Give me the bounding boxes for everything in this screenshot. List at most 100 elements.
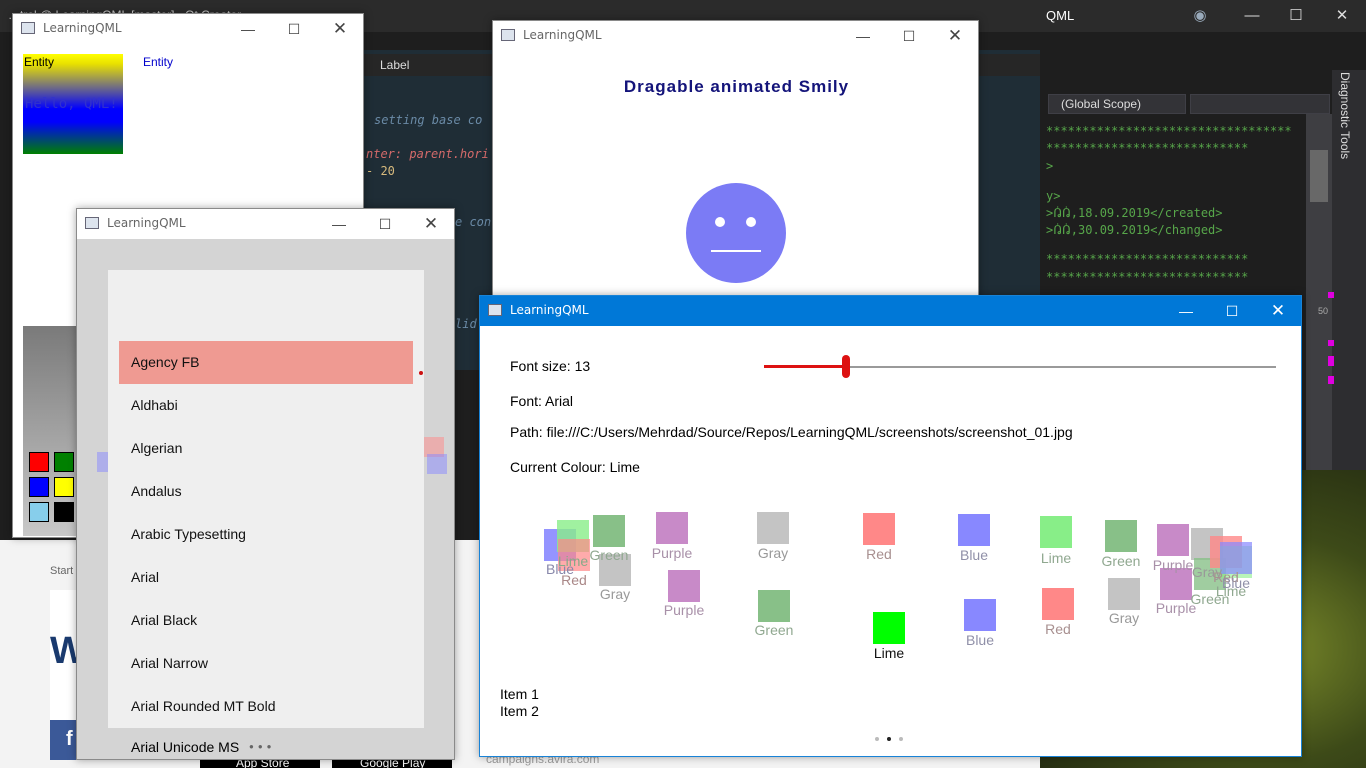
list-item[interactable]: Item 2 [500,703,539,720]
marker [1328,340,1334,346]
color-label: Red [1045,621,1071,637]
font-list-item[interactable]: Arial Rounded MT Bold [119,685,413,728]
item-list: Item 1 Item 2 [500,686,539,720]
code-line: e con [455,215,492,229]
close-icon[interactable]: ✕ [1255,296,1301,326]
page-dot[interactable] [875,737,879,741]
code-line: ********************************** [1046,124,1292,138]
window-main[interactable]: LearningQML — ☐ ✕ Font size: 13 Font: Ar… [479,295,1302,757]
color-label: Blue [965,632,995,648]
close-icon[interactable]: ✕ [1320,4,1364,28]
color-square-lime[interactable] [1040,516,1072,548]
color-label: Gray [757,545,789,561]
color-square-red[interactable] [863,513,895,545]
code-line: >ᕣᕣ,30.09.2019</changed> [1046,223,1223,237]
font-list-item[interactable]: Andalus [119,470,413,513]
account-icon[interactable]: ◉ [1178,4,1222,28]
color-swatch-red[interactable] [29,452,49,472]
font-list-panel[interactable]: Agency FB Aldhabi Algerian Andalus Arabi… [108,270,424,728]
maximize-icon[interactable]: ☐ [271,14,317,44]
color-square-blue[interactable] [958,514,990,546]
code-line: y> [1046,189,1061,203]
smiley-face[interactable] [686,183,786,283]
color-swatch-yellow[interactable] [54,477,74,497]
color-square-green[interactable] [758,590,790,622]
member-dropdown[interactable] [1190,94,1330,114]
font-list-item[interactable]: Arial Black [119,599,413,642]
color-swatch-skyblue[interactable] [29,502,49,522]
path-label: Path: file:///C:/Users/Mehrdad/Source/Re… [510,424,1073,440]
font-list-item[interactable]: Agency FB [119,341,413,384]
scrollbar-thumb[interactable] [1310,150,1328,202]
color-swatch-blue[interactable] [29,477,49,497]
marker [1328,292,1334,298]
app-icon [501,29,515,41]
window-title: LearningQML [510,303,589,317]
page-dot[interactable] [899,737,903,741]
close-icon[interactable]: ✕ [932,21,978,51]
app-icon [21,22,35,34]
smiley-heading: Dragable animated Smily [623,77,850,96]
color-square-blue[interactable] [964,599,996,631]
color-label: Gray [599,586,631,602]
color-label: Red [866,546,892,562]
editor-label: Label [380,58,410,72]
color-label-active: Lime [873,645,905,661]
code-line: >ᕣᕣ,18.09.2019</created> [1046,206,1223,220]
window-titlebar[interactable]: LearningQML — ☐ ✕ [493,21,978,51]
ghost-square [427,454,447,474]
scope-dropdown[interactable]: (Global Scope) [1048,94,1186,114]
font-list-item[interactable]: Arial Narrow [119,642,413,685]
diagnostic-tools-tab[interactable]: Diagnostic Tools [1338,72,1352,159]
maximize-icon[interactable]: ☐ [1274,4,1318,28]
color-square-green[interactable] [1105,520,1137,552]
font-list-item[interactable]: Aldhabi [119,384,413,427]
color-label: Blue [1221,575,1251,591]
minimize-icon[interactable]: — [1163,296,1209,326]
code-line: **************************** [1046,270,1249,284]
minimize-icon[interactable]: — [840,21,886,51]
maximize-icon[interactable]: ☐ [1209,296,1255,326]
entity-label: Entity [24,55,55,69]
code-line: setting base co [374,113,483,127]
minimize-icon[interactable]: — [1230,4,1274,28]
maximize-icon[interactable]: ☐ [362,209,408,239]
app-icon [85,217,99,229]
color-swatch-green[interactable] [54,452,74,472]
code-line: - 20 [366,164,395,178]
minimize-icon[interactable]: — [316,209,362,239]
color-square-red[interactable] [1042,588,1074,620]
list-item[interactable]: Item 1 [500,686,539,703]
color-square-green[interactable] [593,515,625,547]
color-label: Blue [959,547,989,563]
window-font-list[interactable]: LearningQML — ☐ ✕ Agency FB Aldhabi Alge… [76,208,455,760]
font-size-label: Font size: 13 [510,358,591,374]
window-titlebar[interactable]: LearningQML — ☐ ✕ [77,209,454,239]
slider-fill [764,365,846,368]
color-square-gray[interactable] [757,512,789,544]
font-list-item[interactable]: Arabic Typesetting [119,513,413,556]
font-list-item[interactable]: Arial [119,556,413,599]
page-text: Start [50,565,74,577]
close-icon[interactable]: ✕ [408,209,454,239]
code-line: > [1046,159,1054,173]
color-square-gray[interactable] [1108,578,1140,610]
slider-handle[interactable] [842,355,850,378]
color-square-purple[interactable] [1157,524,1189,556]
maximize-icon[interactable]: ☐ [886,21,932,51]
app-icon [488,304,502,316]
close-icon[interactable]: ✕ [317,14,363,44]
window-titlebar[interactable]: LearningQML — ☐ ✕ [13,14,363,44]
window-smiley[interactable]: LearningQML — ☐ ✕ Dragable animated Smil… [492,20,979,310]
window-titlebar[interactable]: LearningQML — ☐ ✕ [480,296,1301,326]
page-dot-active[interactable] [887,737,891,741]
minimize-icon[interactable]: — [225,14,271,44]
color-square-purple[interactable] [668,570,700,602]
color-square-purple[interactable] [656,512,688,544]
color-swatch-black[interactable] [54,502,74,522]
font-list-item[interactable]: Arial Unicode MS [131,739,239,755]
color-label: Green [754,622,794,638]
code-line: **************************** [1046,141,1249,155]
font-list-item[interactable]: Algerian [119,427,413,470]
color-square-lime-active[interactable] [873,612,905,644]
